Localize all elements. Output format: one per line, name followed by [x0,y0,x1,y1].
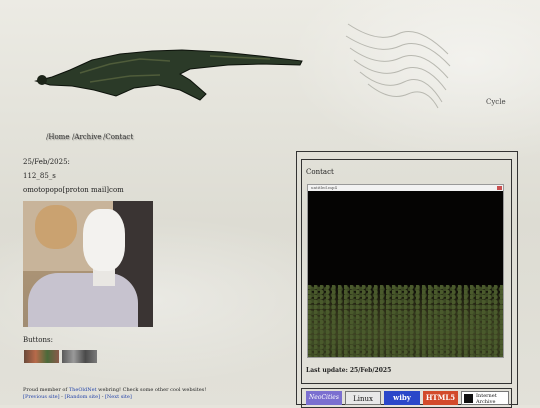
video-title: untitled.mp4 [311,185,338,190]
header-scribble-art [345,23,451,109]
video-player[interactable]: untitled.mp4 [307,184,504,358]
cycle-label: Cycle [486,98,506,106]
post-photo [23,201,153,327]
previous-site-link[interactable]: [Previous site] [23,394,60,400]
nav-archive[interactable]: /Archive [72,133,102,141]
random-site-link[interactable]: [Random site] [64,394,100,400]
header-figure-art [34,49,303,101]
webring-prefix: Proud member of [23,387,68,393]
buttons-heading: Buttons: [23,336,53,344]
html5-badge[interactable]: HTML5 [423,391,458,405]
next-site-link[interactable]: [Next site] [105,394,132,400]
post-email: omotopopo[proton mail]com [23,186,124,194]
post-date: 25/Feb/2025: [23,158,70,166]
nav-contact[interactable]: /Contact [103,133,133,141]
close-icon[interactable] [497,186,502,190]
nav-home[interactable]: /Home [46,133,69,141]
webring-suffix: webring! Check some other cool websites! [98,387,207,393]
internet-archive-badge[interactable]: Internet Archive [461,391,509,405]
wiby-badge[interactable]: wiby [384,391,420,405]
sidebar-title: Contact [306,168,334,176]
webring-links: [Previous site] - [Random site] - [Next … [23,394,132,400]
post-id: 112_85_s [23,172,56,180]
button-thumb-1[interactable] [24,350,59,363]
video-frame-image [308,285,503,357]
webring-line: Proud member of TheOldNet webring! Check… [23,387,206,393]
last-update: Last update: 25/Feb/2025 [306,367,392,374]
internet-archive-label: Internet Archive [476,393,497,405]
linux-badge[interactable]: Linux [345,391,381,405]
button-thumb-2[interactable] [62,350,97,363]
neocities-badge[interactable]: NeoCities [306,391,342,405]
archive-building-icon [464,394,473,403]
webring-name-link[interactable]: TheOldNet [69,387,97,393]
video-titlebar: untitled.mp4 [308,185,503,191]
